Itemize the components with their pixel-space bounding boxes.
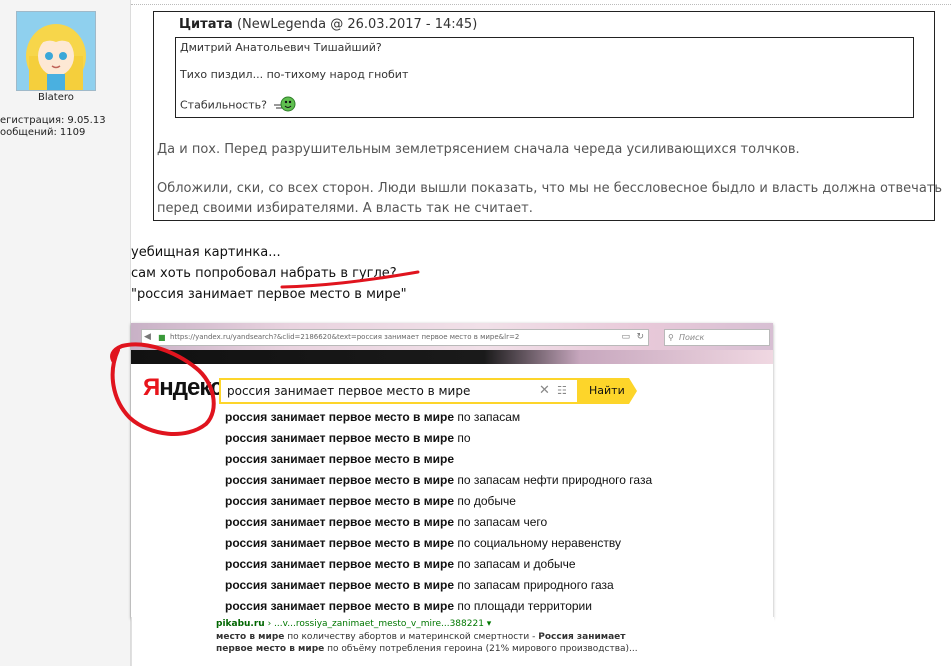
quote-body-line: перед своими избирателями. А власть так … xyxy=(157,201,533,216)
registration-info: егистрация: 9.05.13 xyxy=(0,115,106,126)
suggestion-tail: по запасам xyxy=(454,410,521,424)
smiley-icon xyxy=(274,95,296,116)
suggestion-bold: россия занимает первое место в мире xyxy=(225,578,455,592)
avatar-image xyxy=(17,12,95,90)
suggestion-item[interactable]: россия занимает первое место в мире по с… xyxy=(225,536,621,550)
suggestion-item[interactable]: россия занимает первое место в мире по п… xyxy=(225,599,592,613)
address-bar[interactable]: ◀ ■ https://yandex.ru/yandsearch?&clid=2… xyxy=(141,329,649,346)
suggestion-bold: россия занимает первое место в мире xyxy=(225,410,455,424)
browser-toolbar: ◀ ■ https://yandex.ru/yandsearch?&clid=2… xyxy=(131,323,773,350)
user-sidebar: Blatero егистрация: 9.05.13 ообщений: 1109 xyxy=(0,0,131,666)
suggestion-tail: по запасам природного газа xyxy=(454,578,614,592)
keyboard-icon[interactable]: ☷ xyxy=(557,380,567,402)
search-button-tip xyxy=(629,378,637,404)
post-divider xyxy=(131,4,951,5)
result-bold: первое место в мире xyxy=(216,644,325,654)
suggestion-item[interactable]: россия занимает первое место в мире по з… xyxy=(225,578,614,592)
logo-letter: Я xyxy=(143,374,160,401)
result-text: по объёму потребления героина (21% миров… xyxy=(324,644,638,654)
suggestion-bold: россия занимает первое место в мире xyxy=(225,473,455,487)
suggestion-tail: по площади территории xyxy=(454,599,592,613)
username[interactable]: Blatero xyxy=(38,92,74,103)
result-url[interactable]: pikabu.ru › ...v...rossiya_zanimaet_mest… xyxy=(216,619,491,629)
clear-icon[interactable]: ✕ xyxy=(539,380,550,402)
lock-icon: ■ xyxy=(158,333,166,342)
suggestion-item[interactable]: россия занимает первое место в мире по з… xyxy=(225,473,652,487)
logo-text: ндекс xyxy=(159,374,223,401)
result-path: › ...v...rossiya_zanimaet_mesto_v_mire..… xyxy=(264,619,492,629)
nested-quote-line-with-smiley: Стабильность? xyxy=(180,95,296,116)
embedded-screenshot[interactable]: ◀ ■ https://yandex.ru/yandsearch?&clid=2… xyxy=(131,323,773,618)
suggestion-bold: россия занимает первое место в мире xyxy=(225,452,455,466)
browser-search-placeholder: Поиск xyxy=(679,333,705,342)
suggestion-bold: россия занимает первое место в мире xyxy=(225,536,455,550)
suggestion-tail: по запасам чего xyxy=(454,515,548,529)
suggestion-item[interactable]: россия занимает первое место в мире по з… xyxy=(225,515,547,529)
suggestion-item[interactable]: россия занимает первое место в мире xyxy=(225,452,454,466)
suggestion-item[interactable]: россия занимает первое место в мире по д… xyxy=(225,494,516,508)
nested-quote-line: Стабильность? xyxy=(180,98,267,112)
suggestion-bold: россия занимает первое место в мире xyxy=(225,557,455,571)
search-query: россия занимает первое место в мире xyxy=(227,384,471,398)
browser-search-box[interactable]: ⚲ Поиск xyxy=(664,329,770,346)
post-text-line: уебищная картинка... xyxy=(131,245,281,260)
reader-icon[interactable]: ▭ xyxy=(621,330,630,345)
result-site: pikabu.ru xyxy=(216,619,265,629)
back-arrow-icon[interactable]: ◀ xyxy=(144,330,151,345)
suggestion-item[interactable]: россия занимает первое место в мире по з… xyxy=(225,410,520,424)
search-result-snippet: pikabu.ru › ...v...rossiya_zanimaet_mest… xyxy=(131,617,774,666)
suggestion-tail: по запасам нефти природного газа xyxy=(454,473,653,487)
yandex-search-input[interactable]: россия занимает первое место в мире ✕ ☷ xyxy=(219,378,579,404)
yandex-search-page: Яндекс россия занимает первое место в ми… xyxy=(131,364,773,618)
avatar[interactable] xyxy=(16,11,96,91)
registration-date: 9.05.13 xyxy=(67,115,106,126)
registration-label: егистрация: xyxy=(0,115,65,126)
result-line: место в мире по количеству абортов и мат… xyxy=(216,632,626,642)
post-text-line: сам хоть попробовал набрать в гугле? xyxy=(131,266,397,281)
posts-info: ообщений: 1109 xyxy=(0,127,85,138)
quote-header: Цитата (NewLegenda @ 26.03.2017 - 14:45) xyxy=(179,17,477,32)
suggestion-bold: россия занимает первое место в мире xyxy=(225,494,455,508)
header-strip xyxy=(131,350,773,364)
suggestion-tail: по социальному неравенству xyxy=(454,536,621,550)
search-icon: ⚲ xyxy=(668,333,674,342)
quote-body-line: Обложили, ски, со всех сторон. Люди вышл… xyxy=(157,181,943,196)
suggestion-tail: по xyxy=(454,431,471,445)
posts-count: 1109 xyxy=(59,127,86,138)
reload-icon[interactable]: ↻ xyxy=(636,330,644,345)
search-button[interactable]: Найти xyxy=(579,378,629,404)
suggestion-tail: по запасам и добыче xyxy=(454,557,576,571)
nested-quote-line: Дмитрий Анатольевич Тишайший? xyxy=(180,41,382,54)
suggestion-item[interactable]: россия занимает первое место в мире по xyxy=(225,431,471,445)
quote-meta: (NewLegenda @ 26.03.2017 - 14:45) xyxy=(236,17,478,32)
url-text: https://yandex.ru/yandsearch?&clid=21866… xyxy=(170,333,520,341)
result-bold: Россия занимает xyxy=(538,632,626,642)
nested-quote-line: Тихо пиздил... по-тихому народ гнобит xyxy=(180,68,409,81)
yandex-logo[interactable]: Яндекс xyxy=(143,374,223,402)
nested-quote: Дмитрий Анатольевич Тишайший? Тихо пизди… xyxy=(175,37,914,118)
result-bold: место в мире xyxy=(216,632,285,642)
quote-title: Цитата xyxy=(179,17,233,32)
quote-body-line: Да и пох. Перед разрушительным землетряс… xyxy=(157,142,800,157)
suggestion-tail: по добыче xyxy=(454,494,516,508)
result-line: первое место в мире по объёму потреблени… xyxy=(216,644,638,654)
suggestion-bold: россия занимает первое место в мире xyxy=(225,515,455,529)
post-text-line: "россия занимает первое место в мире" xyxy=(131,287,407,302)
posts-label: ообщений: xyxy=(0,127,57,138)
quote-block: Цитата (NewLegenda @ 26.03.2017 - 14:45)… xyxy=(153,11,942,221)
suggestion-bold: россия занимает первое место в мире xyxy=(225,431,455,445)
result-text: по количеству абортов и материнской смер… xyxy=(284,632,539,642)
suggestion-bold: россия занимает первое место в мире xyxy=(225,599,455,613)
suggestion-item[interactable]: россия занимает первое место в мире по з… xyxy=(225,557,576,571)
